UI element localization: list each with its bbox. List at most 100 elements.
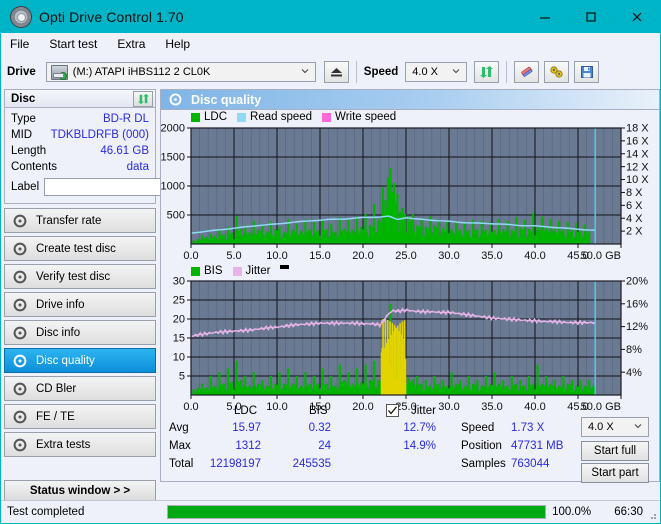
- sidebar-item-disc-quality[interactable]: Disc quality: [4, 348, 156, 373]
- menu-item-start-test[interactable]: Start test: [49, 35, 108, 53]
- sidebar-item-extra-tests[interactable]: Extra tests: [4, 432, 156, 457]
- svg-text:20%: 20%: [626, 276, 648, 288]
- svg-text:10 X: 10 X: [626, 174, 649, 186]
- test-speed-select[interactable]: 4.0 X: [581, 417, 649, 437]
- svg-text:5: 5: [179, 371, 185, 383]
- disc-field-length-value: 46.61 GB: [100, 145, 149, 157]
- sidebar-item-verify-test-disc[interactable]: Verify test disc: [4, 264, 156, 289]
- sidebar-item-drive-info[interactable]: Drive info: [4, 292, 156, 317]
- disc-icon: [13, 298, 27, 311]
- stats-max-bis: 24: [318, 440, 331, 452]
- svg-text:16%: 16%: [626, 298, 648, 310]
- speed-label: Speed: [363, 66, 399, 78]
- sidebar-item-cd-bler[interactable]: CD Bler: [4, 376, 156, 401]
- stats-max-ldc: 1312: [235, 440, 261, 452]
- legend-swatch-bis: [191, 266, 200, 276]
- drive-label: Drive: [7, 66, 36, 78]
- tools-icon: [550, 66, 563, 78]
- sidebar-item-label: Extra tests: [36, 438, 91, 451]
- toolbar-separator: [355, 61, 357, 83]
- disc-icon: [13, 214, 27, 227]
- ldc-chart-canvas[interactable]: 5001000150020002 X4 X6 X8 X10 X12 X14 X1…: [161, 110, 659, 265]
- app-disc-icon: [10, 6, 32, 28]
- sidebar-item-label: Disc info: [36, 326, 81, 339]
- disc-field-mid: MID TDKBLDRFB (000): [11, 127, 149, 143]
- svg-text:50.0 GB: 50.0 GB: [581, 250, 621, 262]
- test-speed-select-value: 4.0 X: [588, 421, 614, 433]
- bis-chart-canvas[interactable]: 510152025304%8%12%16%20%0.0 5.0 10.0 15.0 20…: [161, 265, 659, 417]
- disc-icon: [13, 270, 27, 283]
- svg-text:2000: 2000: [161, 123, 185, 135]
- jitter-checkbox[interactable]: [386, 404, 399, 417]
- resize-grip-icon[interactable]: [647, 510, 657, 520]
- save-button[interactable]: [574, 61, 600, 83]
- disc-refresh-button[interactable]: [133, 90, 153, 107]
- sidebar-item-label: FE / TE: [36, 410, 75, 423]
- close-icon[interactable]: [614, 1, 660, 33]
- left-sidebar: Disc Type BD-R DL MID TDKBLDRFB (000) Le…: [4, 89, 248, 503]
- disc-icon: [13, 410, 27, 423]
- disc-field-length-label: Length: [11, 145, 47, 157]
- svg-text:40.0: 40.0: [524, 250, 545, 262]
- sidebar-item-label: Disc quality: [36, 354, 95, 367]
- svg-text:30: 30: [173, 276, 185, 288]
- svg-text:20: 20: [173, 314, 185, 326]
- erase-button[interactable]: [514, 61, 540, 83]
- sidebar-item-create-test-disc[interactable]: Create test disc: [4, 236, 156, 261]
- menu-item-help[interactable]: Help: [165, 35, 201, 53]
- sidebar-item-label: Create test disc: [36, 242, 116, 255]
- check-icon: [388, 406, 398, 415]
- stats-avg-jitter: 12.7%: [403, 422, 436, 434]
- progress-bar: [167, 504, 547, 519]
- chevron-down-icon: [301, 69, 309, 74]
- minimize-icon[interactable]: [522, 1, 568, 33]
- tools-button[interactable]: [544, 61, 570, 83]
- menu-item-extra[interactable]: Extra: [117, 35, 156, 53]
- drive-icon: [50, 64, 68, 80]
- eraser-icon: [521, 66, 533, 77]
- speed-stat-value: 1.73 X: [511, 422, 545, 434]
- eject-button[interactable]: [323, 61, 349, 83]
- sidebar-item-fe-te[interactable]: FE / TE: [4, 404, 156, 429]
- status-window-button[interactable]: Status window > >: [4, 480, 156, 501]
- start-full-button[interactable]: Start full: [581, 441, 649, 461]
- disc-icon: [13, 438, 27, 451]
- drive-select[interactable]: (M:) ATAPI iHBS112 2 CL0K: [45, 62, 316, 82]
- jitter-label: Jitter: [411, 405, 436, 417]
- drive-select-value: (M:) ATAPI iHBS112 2 CL0K: [72, 66, 211, 78]
- samples-stat-value: 763044: [511, 458, 550, 470]
- disc-field-type-label: Type: [11, 113, 36, 125]
- svg-text:18 X: 18 X: [626, 123, 649, 135]
- sidebar-item-disc-info[interactable]: Disc info: [4, 320, 156, 345]
- svg-text:500: 500: [167, 210, 185, 222]
- sidebar-item-label: CD Bler: [36, 382, 77, 395]
- disc-quality-header: Disc quality: [160, 89, 660, 109]
- disc-field-length: Length 46.61 GB: [11, 143, 149, 159]
- svg-text:12%: 12%: [626, 321, 648, 333]
- speed-select-value: 4.0 X: [412, 66, 438, 78]
- speed-select[interactable]: 4.0 X: [405, 62, 468, 82]
- legend-label-write-speed: Write speed: [335, 111, 397, 123]
- svg-text:6 X: 6 X: [626, 200, 643, 212]
- legend-swatch-ldc: [191, 112, 200, 122]
- scale-marker-icon: [280, 265, 290, 269]
- maximize-icon[interactable]: [568, 1, 614, 33]
- disc-field-type-value: BD-R DL: [102, 113, 149, 125]
- ldc-chart-legend: LDC Read speed Write speed: [191, 111, 402, 123]
- sidebar-item-label: Drive info: [36, 298, 85, 311]
- stats-header-bis: BIS: [309, 405, 328, 417]
- menu-item-file[interactable]: File: [10, 35, 40, 53]
- ldc-chart: LDC Read speed Write speed 500 1000 1500 20…: [161, 110, 659, 265]
- stats-avg-bis: 0.32: [308, 422, 331, 434]
- sidebar-item-transfer-rate[interactable]: Transfer rate: [4, 208, 156, 233]
- disc-field-mid-label: MID: [11, 129, 33, 141]
- refresh-button[interactable]: [474, 61, 500, 83]
- drive-toolbar: Drive (M:) ATAPI iHBS112 2 CL0K Speed 4.…: [1, 55, 660, 89]
- progress-percent: 100.0%: [552, 505, 592, 518]
- svg-text:20.0: 20.0: [352, 250, 373, 262]
- svg-text:10: 10: [173, 352, 185, 364]
- start-part-button[interactable]: Start part: [581, 463, 649, 483]
- status-bar: Test completed 100.0% 66:30: [2, 500, 659, 522]
- stats-header-ldc: LDC: [234, 405, 258, 417]
- disc-icon: [169, 93, 182, 106]
